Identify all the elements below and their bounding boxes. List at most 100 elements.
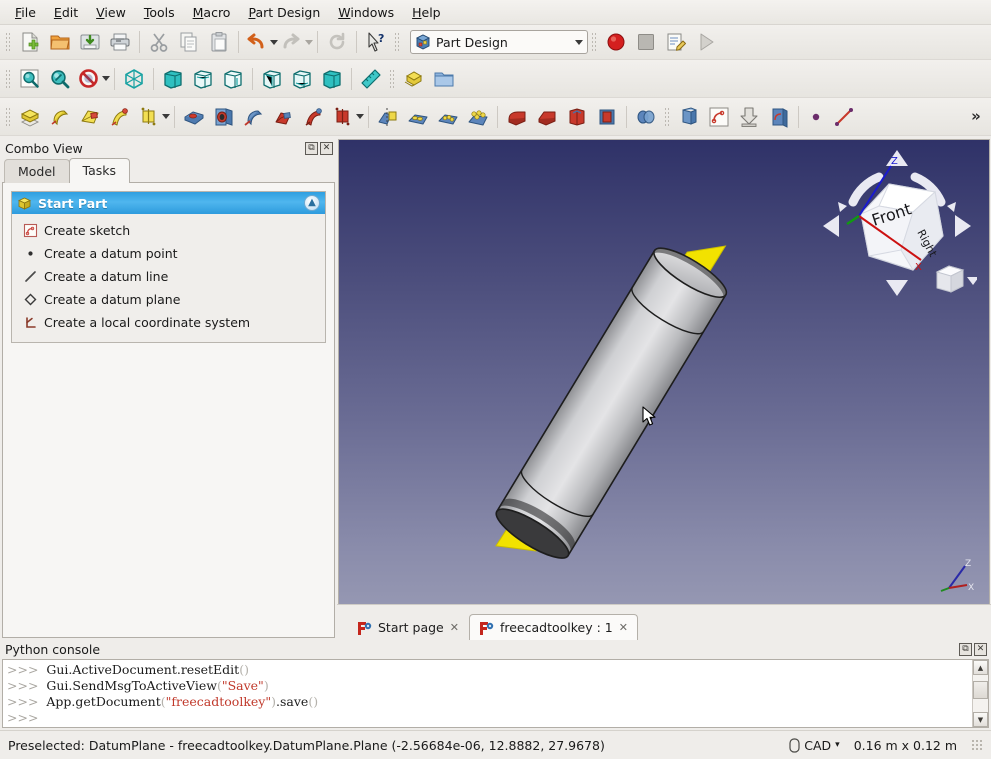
- 3d-viewport[interactable]: Z X Front Right Z X: [338, 139, 990, 604]
- float-panel-button[interactable]: ⧉: [305, 141, 318, 155]
- refresh-icon[interactable]: [322, 28, 352, 56]
- whats-this-icon[interactable]: ?: [361, 28, 391, 56]
- close-panel-button[interactable]: ✕: [974, 643, 987, 656]
- undo-dropdown-caret[interactable]: [270, 39, 278, 45]
- open-document-icon[interactable]: [45, 28, 75, 56]
- menu-macro[interactable]: Macro: [184, 2, 240, 23]
- python-console-scrollbar[interactable]: ▲ ▼: [972, 660, 988, 727]
- python-console-body[interactable]: >>> Gui.ActiveDocument.resetEdit() >>> Gu…: [2, 659, 989, 728]
- additive-pipe-icon[interactable]: [105, 103, 135, 131]
- mirrored-icon[interactable]: [373, 103, 403, 131]
- create-part-icon[interactable]: [399, 65, 429, 93]
- tab-model[interactable]: Model: [4, 159, 70, 183]
- subtractive-dropdown-caret[interactable]: [356, 114, 364, 119]
- boolean-icon[interactable]: [631, 103, 661, 131]
- menu-file[interactable]: File: [6, 2, 45, 23]
- fillet-icon[interactable]: [502, 103, 532, 131]
- float-panel-button[interactable]: ⧉: [959, 643, 972, 656]
- map-sketch-icon[interactable]: [734, 103, 764, 131]
- draft-icon[interactable]: [562, 103, 592, 131]
- hole-icon[interactable]: [209, 103, 239, 131]
- document-tab-start-page[interactable]: Start page ✕: [347, 614, 469, 641]
- pocket-icon[interactable]: [179, 103, 209, 131]
- measure-icon[interactable]: [356, 65, 386, 93]
- groove-icon[interactable]: [239, 103, 269, 131]
- tab-tasks[interactable]: Tasks: [68, 158, 131, 183]
- menu-help[interactable]: Help: [403, 2, 450, 23]
- fit-all-icon[interactable]: [15, 65, 45, 93]
- close-icon[interactable]: ✕: [619, 621, 628, 634]
- datum-point-icon[interactable]: [803, 103, 829, 131]
- task-item-create-datum-line[interactable]: Create a datum line: [12, 265, 325, 288]
- workbench-selector[interactable]: Part Design: [410, 30, 588, 54]
- menu-part-design[interactable]: Part Design: [239, 2, 329, 23]
- subtractive-loft-icon[interactable]: [269, 103, 299, 131]
- fit-selection-icon[interactable]: [45, 65, 75, 93]
- new-document-icon[interactable]: [15, 28, 45, 56]
- front-view-icon[interactable]: [158, 65, 188, 93]
- top-view-icon[interactable]: [188, 65, 218, 93]
- menu-tools[interactable]: Tools: [135, 2, 184, 23]
- task-item-create-datum-point[interactable]: Create a datum point: [12, 242, 325, 265]
- right-view-icon[interactable]: [218, 65, 248, 93]
- menu-windows[interactable]: Windows: [329, 2, 403, 23]
- redo-dropdown-caret[interactable]: [305, 39, 313, 45]
- task-item-create-local-coordinate-system[interactable]: Create a local coordinate system: [12, 311, 325, 334]
- start-part-header[interactable]: Start Part ▲: [12, 192, 325, 214]
- toolbar-grip[interactable]: [5, 106, 12, 127]
- macro-stop-icon[interactable]: [631, 28, 661, 56]
- toolbar-grip[interactable]: [664, 106, 671, 127]
- navigation-cube[interactable]: Z X Front Right: [817, 144, 979, 304]
- chevron-down-icon[interactable]: ▾: [835, 740, 840, 750]
- create-group-icon[interactable]: [429, 65, 459, 93]
- left-view-icon[interactable]: [317, 65, 347, 93]
- menu-view[interactable]: View: [87, 2, 135, 23]
- python-console-output[interactable]: >>> Gui.ActiveDocument.resetEdit() >>> Gu…: [3, 660, 972, 727]
- task-item-create-sketch[interactable]: Create sketch: [12, 219, 325, 242]
- chevron-up-icon[interactable]: ▲: [304, 195, 320, 211]
- close-icon[interactable]: ✕: [450, 621, 459, 634]
- save-document-icon[interactable]: [75, 28, 105, 56]
- additive-dropdown-caret[interactable]: [162, 114, 170, 119]
- macro-edit-icon[interactable]: [661, 28, 691, 56]
- linear-pattern-icon[interactable]: [403, 103, 433, 131]
- document-tab-freecadtoolkey[interactable]: freecadtoolkey : 1 ✕: [468, 614, 638, 641]
- draw-style-caret[interactable]: [102, 76, 110, 81]
- shape-binder-icon[interactable]: [764, 103, 794, 131]
- scroll-track[interactable]: [973, 675, 988, 712]
- print-document-icon[interactable]: [105, 28, 135, 56]
- chamfer-icon[interactable]: [532, 103, 562, 131]
- axonometric-view-icon[interactable]: [119, 65, 149, 93]
- create-sketch-icon[interactable]: [704, 103, 734, 131]
- subtractive-helix-icon[interactable]: [329, 103, 355, 131]
- scroll-down-arrow[interactable]: ▼: [973, 712, 988, 727]
- unit-system-selector[interactable]: CAD ▾: [789, 738, 840, 753]
- draw-style-icon[interactable]: [75, 65, 101, 93]
- create-body-icon[interactable]: [674, 103, 704, 131]
- thickness-icon[interactable]: [592, 103, 622, 131]
- toolbar-grip[interactable]: [389, 68, 396, 89]
- chevron-down-icon[interactable]: [575, 39, 583, 45]
- toolbar-grip[interactable]: [591, 32, 598, 52]
- paste-icon[interactable]: [204, 28, 234, 56]
- subtractive-pipe-icon[interactable]: [299, 103, 329, 131]
- scroll-up-arrow[interactable]: ▲: [973, 660, 988, 675]
- rear-view-icon[interactable]: [257, 65, 287, 93]
- task-item-create-datum-plane[interactable]: Create a datum plane: [12, 288, 325, 311]
- close-panel-button[interactable]: ✕: [320, 141, 333, 155]
- multi-transform-icon[interactable]: [463, 103, 493, 131]
- undo-icon[interactable]: [243, 28, 269, 56]
- menu-edit[interactable]: Edit: [45, 2, 87, 23]
- redo-icon[interactable]: [278, 28, 304, 56]
- toolbar-grip[interactable]: [5, 32, 12, 52]
- revolution-icon[interactable]: [45, 103, 75, 131]
- toolbar-grip[interactable]: [394, 32, 401, 52]
- cut-icon[interactable]: [144, 28, 174, 56]
- scroll-thumb[interactable]: [973, 681, 988, 699]
- macro-record-icon[interactable]: [601, 28, 631, 56]
- pad-icon[interactable]: [15, 103, 45, 131]
- resize-grip[interactable]: [971, 739, 983, 751]
- bottom-view-icon[interactable]: [287, 65, 317, 93]
- macro-execute-icon[interactable]: [691, 28, 721, 56]
- additive-loft-icon[interactable]: [75, 103, 105, 131]
